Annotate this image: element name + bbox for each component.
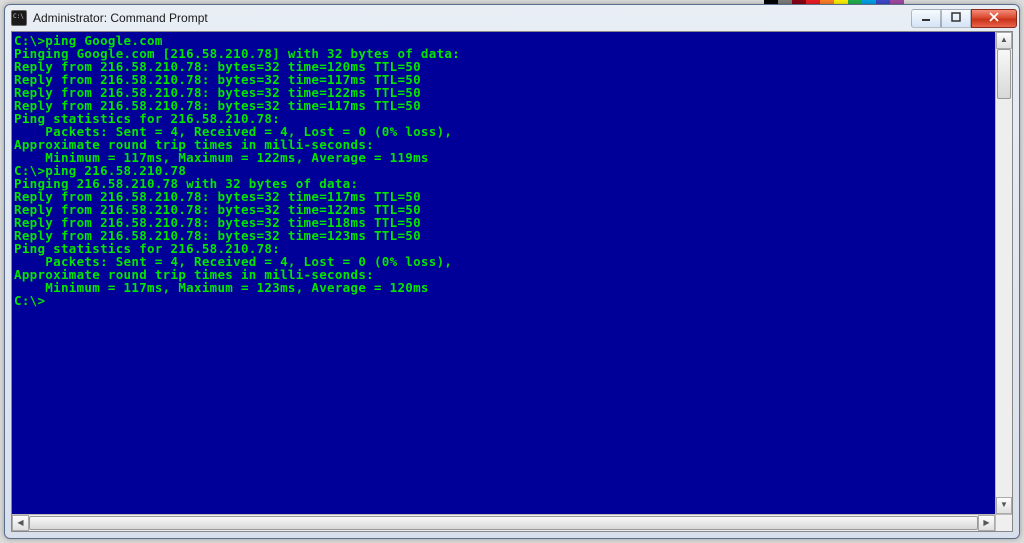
titlebar[interactable]: Administrator: Command Prompt <box>5 5 1019 31</box>
horizontal-scrollbar[interactable]: ◀ ▶ <box>12 514 1012 531</box>
scroll-left-arrow-icon[interactable]: ◀ <box>12 515 29 531</box>
maximize-button[interactable] <box>941 9 971 28</box>
terminal[interactable]: C:\>ping Google.comPinging Google.com [2… <box>12 32 995 514</box>
hscroll-track[interactable] <box>29 515 978 531</box>
close-icon <box>988 11 1000 23</box>
scroll-right-arrow-icon[interactable]: ▶ <box>978 515 995 531</box>
cmd-window: Administrator: Command Prompt C:\>ping G… <box>4 4 1020 539</box>
scrollbar-corner <box>995 515 1012 531</box>
scroll-up-arrow-icon[interactable]: ▲ <box>996 32 1012 49</box>
maximize-icon <box>950 12 962 22</box>
cmd-icon <box>11 10 27 26</box>
terminal-line: C:\> <box>14 294 995 307</box>
close-button[interactable] <box>971 9 1017 28</box>
terminal-wrap: C:\>ping Google.comPinging Google.com [2… <box>12 32 1012 514</box>
vertical-scrollbar[interactable]: ▲ ▼ <box>995 32 1012 514</box>
terminal-line: Minimum = 117ms, Maximum = 123ms, Averag… <box>14 281 995 294</box>
vscroll-thumb[interactable] <box>997 49 1011 99</box>
minimize-icon <box>920 12 932 22</box>
vscroll-track[interactable] <box>996 49 1012 497</box>
window-title: Administrator: Command Prompt <box>33 11 911 25</box>
hscroll-thumb[interactable] <box>29 516 978 530</box>
window-controls <box>911 9 1017 28</box>
minimize-button[interactable] <box>911 9 941 28</box>
client-area: C:\>ping Google.comPinging Google.com [2… <box>11 31 1013 532</box>
scroll-down-arrow-icon[interactable]: ▼ <box>996 497 1012 514</box>
